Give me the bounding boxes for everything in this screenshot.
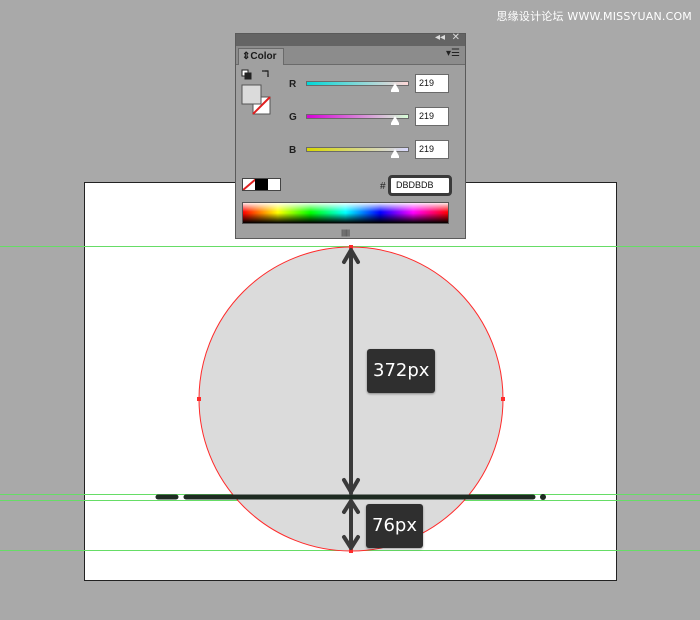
quick-swatches [242,178,281,191]
double-chevron-left-icon[interactable]: ◂◂ [435,32,445,43]
panel-titlebar[interactable]: ◂◂ ✕ [236,32,465,46]
swap-colors-icon[interactable] [262,70,269,77]
black-swatch[interactable] [255,179,268,190]
color-panel[interactable]: ◂◂ ✕ ⇕Color ▾☰ R 219 G 219 B 219 # DBDBDB ||| [235,32,466,239]
hex-label: # [380,181,386,192]
white-swatch[interactable] [267,179,280,190]
channel-label-b: B [289,145,297,156]
tab-color-label: Color [250,51,277,62]
color-spectrum[interactable] [242,202,449,224]
slider-thumb-b[interactable] [390,149,399,158]
channel-label-g: G [289,112,297,123]
none-swatch[interactable] [243,179,256,190]
panel-tab-row: ⇕Color ▾☰ [236,46,465,65]
slider-thumb-g[interactable] [390,116,399,125]
default-colors-icon[interactable] [241,69,252,80]
offset-measurement-label: 76px [366,504,423,548]
fill-stroke-widget[interactable] [241,69,273,119]
slider-thumb-r[interactable] [390,83,399,92]
close-icon[interactable]: ✕ [452,32,460,43]
ground-line[interactable] [155,494,546,500]
panel-menu-icon[interactable]: ▾☰ [446,48,460,59]
value-input-g[interactable]: 219 [415,107,449,126]
hex-input[interactable]: DBDBDB [388,175,452,196]
anchor-point-right[interactable] [501,397,505,401]
value-input-r[interactable]: 219 [415,74,449,93]
channel-label-r: R [289,79,297,90]
fill-swatch[interactable] [241,84,262,105]
value-input-b[interactable]: 219 [415,140,449,159]
anchor-point-left[interactable] [197,397,201,401]
diameter-measurement-label: 372px [367,349,436,393]
panel-resize-grip[interactable]: |||||||||| [341,230,350,237]
tab-color[interactable]: ⇕Color [238,48,284,65]
